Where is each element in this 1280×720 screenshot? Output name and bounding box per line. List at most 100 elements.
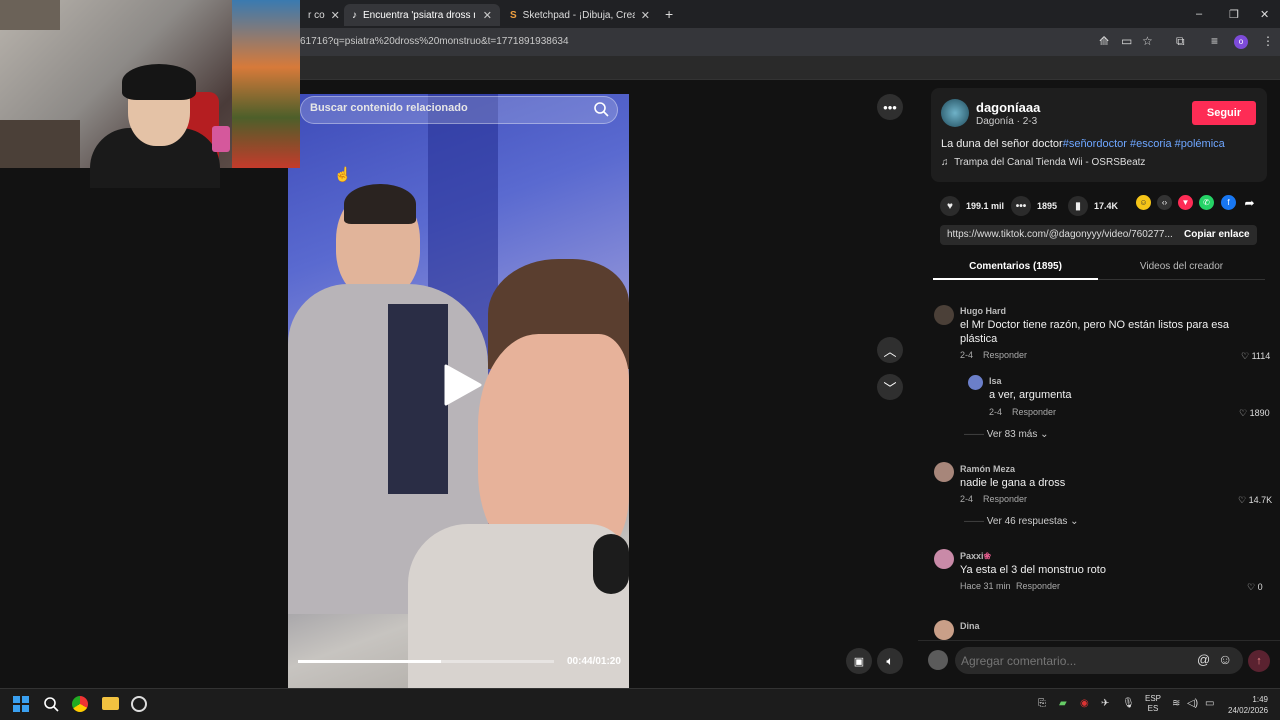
reply-button[interactable]: Responder bbox=[1016, 581, 1060, 591]
facebook-icon[interactable]: f bbox=[1221, 195, 1236, 210]
music-info[interactable]: ♫ Trampa del Canal Tienda Wii - OSRSBeat… bbox=[941, 157, 1145, 168]
tab-2[interactable]: ♪ Encuentra 'psiatra dross monst ✕ bbox=[344, 4, 500, 26]
like-stat[interactable]: ♥ 199.1 mil bbox=[940, 196, 1004, 216]
close-tab-icon[interactable]: ✕ bbox=[331, 9, 340, 22]
menu-dots-icon[interactable]: ⋮ bbox=[1262, 34, 1274, 48]
heart-outline-icon[interactable]: ♡ bbox=[1238, 495, 1246, 505]
send-share-icon[interactable]: ▼ bbox=[1178, 195, 1193, 210]
previous-video-icon[interactable]: ︿ bbox=[877, 337, 903, 363]
heart-icon[interactable]: ♥ bbox=[940, 196, 960, 216]
chrome-icon[interactable] bbox=[72, 696, 88, 712]
translate-icon[interactable]: ⟰ bbox=[1099, 34, 1109, 48]
pip-icon[interactable]: ▣ bbox=[846, 648, 872, 674]
send-comment-button[interactable]: ↑ bbox=[1248, 650, 1270, 672]
search-taskbar-icon[interactable] bbox=[43, 696, 59, 712]
nvidia-icon[interactable]: ▰ bbox=[1059, 698, 1067, 709]
hashtag[interactable]: #señordoctor bbox=[1063, 138, 1127, 150]
view-more-replies[interactable]: —— Ver 83 más ⌄ bbox=[964, 429, 1049, 440]
share-arrow-icon[interactable]: ➦ bbox=[1242, 195, 1257, 210]
more-options-icon[interactable]: ••• bbox=[877, 94, 903, 120]
whatsapp-icon[interactable]: ✆ bbox=[1199, 195, 1214, 210]
commenter-name[interactable]: Hugo Hard bbox=[960, 306, 1006, 316]
heart-outline-icon[interactable]: ♡ bbox=[1239, 408, 1247, 418]
commenter-name[interactable]: Paxxi❀ bbox=[960, 551, 991, 562]
comment-like[interactable]: ♡ 1114 bbox=[1241, 351, 1270, 362]
embed-icon[interactable]: ‹› bbox=[1157, 195, 1172, 210]
save-stat[interactable]: ▮ 17.4K bbox=[1068, 196, 1118, 216]
reply-button[interactable]: Responder bbox=[983, 350, 1027, 360]
microphone bbox=[593, 534, 629, 594]
commenter-avatar[interactable] bbox=[968, 375, 983, 390]
comment-like[interactable]: ♡ 14.7K bbox=[1238, 495, 1272, 506]
tab-comments[interactable]: Comentarios (1895) bbox=[933, 256, 1098, 280]
tab-3[interactable]: S Sketchpad - ¡Dibuja, Crea, Com ✕ bbox=[502, 4, 658, 26]
creator-avatar[interactable] bbox=[941, 99, 969, 127]
commenter-avatar[interactable] bbox=[934, 549, 954, 569]
tray-icon[interactable]: ◉ bbox=[1080, 698, 1089, 709]
battery-icon[interactable]: ▭ bbox=[1205, 698, 1214, 709]
commenter-name[interactable]: Isa bbox=[989, 376, 1002, 386]
minimize-button[interactable]: – bbox=[1196, 8, 1202, 20]
tab-1[interactable]: r co ✕ bbox=[300, 4, 342, 26]
commenter-avatar[interactable] bbox=[934, 620, 954, 640]
volume-icon[interactable]: 🔈︎ bbox=[877, 648, 903, 674]
hashtag[interactable]: #escoria bbox=[1130, 138, 1172, 150]
bookmark-icon[interactable]: ▮ bbox=[1068, 196, 1088, 216]
wifi-icon[interactable]: ≋ bbox=[1172, 698, 1180, 709]
profile-avatar[interactable]: o bbox=[1234, 35, 1248, 49]
close-window-button[interactable]: ✕ bbox=[1260, 8, 1269, 21]
app-icon[interactable] bbox=[131, 696, 147, 712]
tray-icon[interactable]: ✈ bbox=[1101, 698, 1109, 709]
video-link-text[interactable]: https://www.tiktok.com/@dagonyyy/video/7… bbox=[947, 229, 1173, 240]
new-tab-button[interactable]: + bbox=[665, 6, 673, 22]
emoji-icon[interactable]: ☺ bbox=[1218, 651, 1232, 667]
close-tab-icon[interactable]: ✕ bbox=[641, 9, 650, 22]
creator-subtitle: Dagonía · 2-3 bbox=[976, 116, 1038, 127]
comment-date: 2-4 bbox=[960, 350, 974, 360]
commenter-name[interactable]: Dina bbox=[960, 621, 980, 631]
comment-like[interactable]: ♡ 0 bbox=[1247, 582, 1263, 593]
follow-button[interactable]: Seguir bbox=[1192, 101, 1256, 125]
flower-icon: ❀ bbox=[983, 551, 992, 561]
friends-share-icon[interactable]: ☺ bbox=[1136, 195, 1151, 210]
reply-button[interactable]: Responder bbox=[1012, 407, 1056, 417]
volume-tray-icon[interactable]: ◁) bbox=[1187, 698, 1198, 709]
mention-icon[interactable]: @ bbox=[1197, 652, 1210, 667]
hashtag[interactable]: #polémica bbox=[1175, 138, 1225, 150]
comment-like-count: 1890 bbox=[1249, 408, 1270, 418]
language-indicator[interactable]: ESP ES bbox=[1145, 694, 1161, 714]
comment-date: 2-4 bbox=[960, 494, 974, 504]
search-icon[interactable] bbox=[592, 100, 610, 118]
commenter-avatar[interactable] bbox=[934, 462, 954, 482]
url-text[interactable]: 61716?q=psiatra%20dross%20monstruo&t=177… bbox=[300, 36, 569, 47]
commenter-name[interactable]: Ramón Meza bbox=[960, 464, 1015, 474]
comment-like[interactable]: ♡ 1890 bbox=[1239, 408, 1270, 419]
heart-outline-icon[interactable]: ♡ bbox=[1241, 351, 1249, 361]
comment-stat[interactable]: ••• 1895 bbox=[1011, 196, 1057, 216]
copy-link-button[interactable]: Copiar enlace bbox=[1184, 229, 1250, 240]
reply-button[interactable]: Responder bbox=[983, 494, 1027, 504]
restore-button[interactable]: ❐ bbox=[1229, 8, 1239, 21]
bookmark-star-icon[interactable]: ☆ bbox=[1142, 34, 1153, 48]
cast-icon[interactable]: ▭ bbox=[1121, 34, 1132, 48]
user-avatar[interactable] bbox=[928, 650, 948, 670]
play-icon[interactable] bbox=[442, 364, 482, 406]
extensions-icon[interactable]: ⧉ bbox=[1176, 34, 1185, 49]
file-explorer-icon[interactable] bbox=[102, 697, 119, 710]
windows-start-icon[interactable] bbox=[13, 696, 29, 712]
close-tab-icon[interactable]: ✕ bbox=[483, 9, 492, 22]
microphone-icon[interactable]: 🎙︎ bbox=[1122, 698, 1135, 709]
next-video-icon[interactable]: ﹀ bbox=[877, 374, 903, 400]
comment-count: 1895 bbox=[1037, 201, 1058, 211]
tab-creator-videos[interactable]: Videos del creador bbox=[1098, 256, 1265, 280]
view-more-replies[interactable]: —— Ver 46 respuestas ⌄ bbox=[964, 516, 1079, 527]
related-search-placeholder: Buscar contenido relacionado bbox=[310, 102, 468, 114]
commenter-avatar[interactable] bbox=[934, 305, 954, 325]
clock[interactable]: 1:49 24/02/2026 bbox=[1228, 694, 1268, 716]
tray-icon[interactable]: ⎘ bbox=[1038, 698, 1046, 709]
media-icon[interactable]: ≡ bbox=[1211, 34, 1218, 48]
comment-icon[interactable]: ••• bbox=[1011, 196, 1031, 216]
creator-name[interactable]: dagoníaaa bbox=[976, 100, 1040, 115]
woman-hair bbox=[344, 184, 416, 224]
heart-outline-icon[interactable]: ♡ bbox=[1247, 582, 1255, 592]
